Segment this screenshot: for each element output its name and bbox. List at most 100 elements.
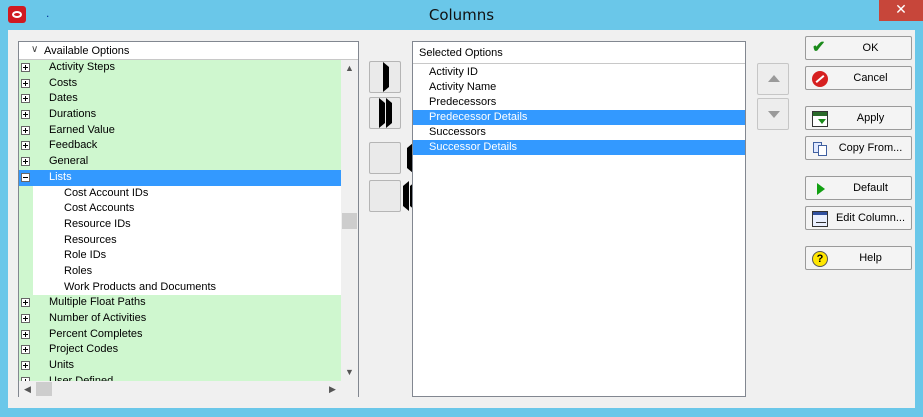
selected-option-item[interactable]: Successor Details <box>413 140 745 155</box>
copy-from-label: Copy From... <box>838 142 903 154</box>
tree-item-label: Percent Completes <box>49 327 143 340</box>
apply-button[interactable]: Apply <box>805 106 912 130</box>
expand-icon[interactable] <box>21 157 30 167</box>
selected-option-item[interactable]: Activity Name <box>413 80 745 95</box>
tree-category-item[interactable]: General <box>19 154 341 170</box>
tree-category-item[interactable]: Feedback <box>19 138 341 155</box>
add-button[interactable] <box>369 61 401 93</box>
tree-gutter <box>19 216 33 233</box>
tree-item-label: Dates <box>49 92 78 105</box>
tree-category-item[interactable]: Project Codes <box>19 342 341 359</box>
expand-icon[interactable] <box>21 314 30 323</box>
tree-item-label: Project Codes <box>49 343 119 356</box>
tree-item-label: Work Products and Documents <box>64 280 217 293</box>
move-down-button[interactable] <box>757 98 789 130</box>
tree-item-label: Lists <box>49 170 72 183</box>
scroll-up-icon[interactable]: ▲ <box>341 60 358 77</box>
scroll-down-icon[interactable]: ▼ <box>341 364 358 381</box>
tree-gutter <box>19 185 33 202</box>
tree-category-item[interactable]: Durations <box>19 107 341 123</box>
edit-column-button[interactable]: Edit Column... <box>805 206 912 230</box>
tree-child-item[interactable]: Cost Accounts <box>19 201 341 217</box>
tree-gutter <box>19 263 33 280</box>
help-icon: ? <box>812 251 828 267</box>
tree-child-item[interactable]: Work Products and Documents <box>19 279 341 296</box>
edit-column-icon <box>812 211 828 227</box>
play-icon <box>812 181 828 197</box>
tree-category-item[interactable]: Earned Value <box>19 122 341 139</box>
arrow-left-icon <box>383 143 413 173</box>
tree-child-item[interactable]: Roles <box>19 263 341 280</box>
tree-category-item[interactable]: Lists <box>19 169 341 186</box>
expand-icon[interactable] <box>21 125 30 135</box>
expand-icon[interactable] <box>21 94 30 104</box>
scroll-left-icon[interactable]: ◀ <box>19 381 36 397</box>
tree-category-item[interactable]: Number of Activities <box>19 311 341 327</box>
help-label: Help <box>859 252 882 264</box>
tree-item-label: Number of Activities <box>49 312 147 324</box>
expand-icon[interactable] <box>21 63 30 72</box>
selected-options-header[interactable]: Selected Options <box>413 42 745 64</box>
expand-icon[interactable] <box>21 110 30 120</box>
arrow-right-icon <box>383 62 413 92</box>
tree-item-label: Resources <box>64 233 117 246</box>
no-entry-icon <box>812 71 828 87</box>
selected-option-item[interactable]: Predecessors <box>413 95 745 110</box>
arrow-down-icon <box>768 111 780 118</box>
tree-child-item[interactable]: Cost Account IDs <box>19 185 341 202</box>
cancel-button[interactable]: Cancel <box>805 66 912 90</box>
hscroll-thumb[interactable] <box>36 382 52 396</box>
chevron-down-icon: ∨ <box>31 44 39 55</box>
collapse-icon[interactable] <box>21 172 30 182</box>
tree-item-label: Resource IDs <box>64 217 131 230</box>
expand-icon[interactable] <box>21 141 30 151</box>
remove-all-button[interactable] <box>369 180 416 212</box>
tree-category-item[interactable]: Percent Completes <box>19 326 341 343</box>
ok-button[interactable]: ✔ OK <box>805 36 912 60</box>
scroll-corner <box>341 381 358 397</box>
available-options-header[interactable]: ∨ Available Options <box>19 42 358 60</box>
scroll-thumb[interactable] <box>342 213 357 229</box>
tree-item-label: Earned Value <box>49 123 115 136</box>
add-all-button[interactable] <box>369 97 401 129</box>
tree-category-item[interactable]: Costs <box>19 75 341 92</box>
tree-child-item[interactable]: Resources <box>19 232 341 249</box>
remove-button[interactable] <box>369 142 413 174</box>
tree-category-item[interactable]: Units <box>19 358 341 374</box>
apply-icon <box>812 111 828 127</box>
help-button[interactable]: ? Help <box>805 246 912 270</box>
ok-label: OK <box>862 42 879 54</box>
available-options-tree[interactable]: Activity Steps Costs Dates Durations Earned … <box>19 60 341 381</box>
move-up-button[interactable] <box>757 63 789 95</box>
apply-label: Apply <box>856 112 885 124</box>
tree-category-item[interactable]: Activity Steps <box>19 60 341 76</box>
tree-child-item[interactable]: Resource IDs <box>19 216 341 233</box>
tree-category-item[interactable]: Dates <box>19 91 341 108</box>
selected-options-list[interactable]: Activity ID Activity Name Predecessors Pred… <box>413 65 745 155</box>
scroll-right-icon[interactable]: ▶ <box>324 381 341 397</box>
selected-option-item[interactable]: Activity ID <box>413 65 745 80</box>
selected-option-item[interactable]: Predecessor Details <box>413 110 745 125</box>
expand-icon[interactable] <box>21 298 30 308</box>
tree-child-item[interactable]: Role IDs <box>19 248 341 264</box>
close-button[interactable]: ✕ <box>879 0 923 21</box>
expand-icon[interactable] <box>21 345 30 355</box>
tree-category-item[interactable]: Multiple Float Paths <box>19 295 341 311</box>
default-button[interactable]: Default <box>805 176 912 200</box>
expand-icon[interactable] <box>21 329 30 339</box>
selected-option-item[interactable]: Successors <box>413 125 745 140</box>
arrow-up-icon <box>768 75 780 82</box>
copy-from-button[interactable]: Copy From... <box>805 136 912 160</box>
tree-item-label: Cost Account IDs <box>64 186 149 199</box>
tree-item-label: Feedback <box>49 139 98 152</box>
tree-gutter <box>19 201 33 217</box>
expand-icon[interactable] <box>21 78 30 88</box>
vertical-scrollbar[interactable]: ▲ ▼ <box>341 60 358 381</box>
tree-category-item[interactable]: User Defined <box>19 373 341 381</box>
tree-item-label: User Defined <box>49 374 114 381</box>
available-options-label: Available Options <box>44 45 130 57</box>
copy-icon <box>812 141 828 157</box>
expand-icon[interactable] <box>21 361 30 371</box>
tree-item-label: Durations <box>49 108 97 121</box>
horizontal-scrollbar[interactable]: ◀ ▶ <box>19 381 341 397</box>
